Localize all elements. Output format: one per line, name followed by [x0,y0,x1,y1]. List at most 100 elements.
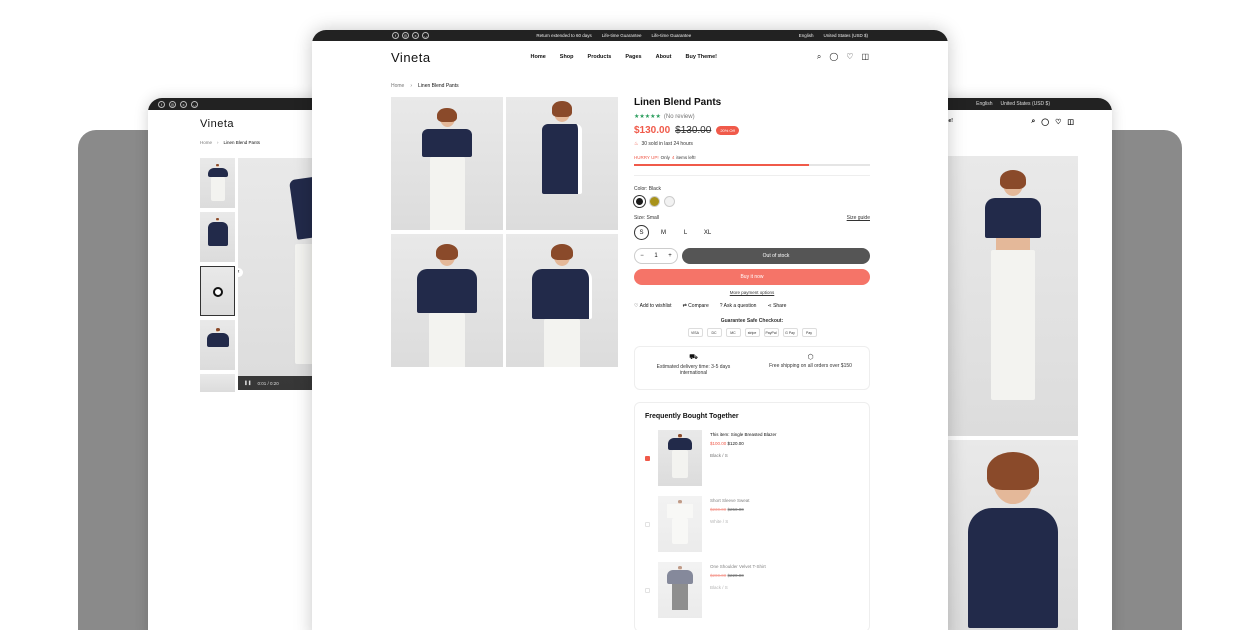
right-header-icons: ⌕ ◯ ♡ ◫ [1031,118,1074,126]
language-select[interactable]: English [799,33,814,38]
right-product-image[interactable] [948,156,1078,436]
account-icon[interactable]: ◯ [1041,118,1049,126]
fbt-name[interactable]: Short Sleeve Sweat [710,496,750,505]
nav-item-home[interactable]: Home [531,54,546,60]
breadcrumb-home[interactable]: Home [391,83,404,89]
store-logo[interactable]: Vineta [391,50,431,65]
right-product-image-2[interactable] [948,440,1078,630]
fbt-name[interactable]: This item: Single Breasted Blazer [710,430,777,439]
quantity-value[interactable]: 1 [654,253,657,259]
thumbnail-video-active[interactable] [200,266,235,316]
fbt-name[interactable]: One Shoulder Velvet T-Shirt [710,562,766,571]
more-payment-link[interactable]: More payment options [634,290,870,295]
swatch-black[interactable] [634,196,645,207]
stock-count: 4 [671,155,675,160]
share-action[interactable]: ⋖ Share [767,303,786,309]
product-image-4[interactable] [506,233,618,367]
snapchat-icon[interactable]: ◡ [191,100,198,108]
facebook-icon[interactable]: f [392,32,399,39]
out-of-stock-button[interactable]: Out of stock [682,248,870,264]
rating[interactable]: ★★★★★ (No review) [634,113,870,120]
size-option-l[interactable]: L [678,225,693,240]
heart-icon: ♡ [634,303,639,309]
currency-select[interactable]: United States (USD $) [823,33,868,38]
fbt-variant-select[interactable]: White / S [710,517,750,526]
swatch-white[interactable] [664,196,675,207]
fbt-variant-select[interactable]: Black / S [710,583,766,592]
fbt-list: This item: Single Breasted Blazer $100.0… [645,430,859,618]
size-option-s[interactable]: S [634,225,649,240]
fbt-old-price: $220.00 [727,573,744,578]
fbt-details: Short Sleeve Sweat $230.00 $250.00 White… [710,496,750,526]
wishlist-action[interactable]: ♡ Add to wishlist [634,303,672,309]
nav-item-about[interactable]: About [656,54,672,60]
plus-button[interactable]: + [668,253,672,259]
nav-item-products[interactable]: Products [588,54,612,60]
nav-item-buy-theme[interactable]: Buy Theme! [685,54,716,60]
share-icon: ⋖ [767,303,772,309]
right-language[interactable]: English [976,101,992,107]
instagram-icon[interactable]: ◎ [402,32,409,39]
stock-suffix: items left! [676,155,696,160]
fbt-price: $200.00 [710,573,727,578]
minus-button[interactable]: − [640,253,644,259]
compare-price: $130.00 [675,125,712,136]
discount-badge: 20% Off [716,126,739,135]
wishlist-icon[interactable]: ♡ [846,52,853,62]
color-row: Color: Black [634,186,870,192]
size-option-xl[interactable]: XL [700,225,715,240]
announcement-bar: Return extended to 60 days Life-time Gua… [536,33,691,38]
search-icon[interactable]: ⌕ [1031,118,1035,126]
instagram-icon[interactable]: ◎ [169,100,176,108]
search-icon[interactable]: ⌕ [817,52,821,62]
right-currency[interactable]: United States (USD $) [1001,101,1050,107]
fbt-thumbnail[interactable] [658,430,702,486]
fbt-checkbox[interactable] [645,588,650,593]
wishlist-icon[interactable]: ♡ [1055,118,1061,126]
quantity-stepper[interactable]: − 1 + [634,248,678,264]
left-breadcrumb-home[interactable]: Home [200,140,212,145]
fbt-variant-select[interactable]: Black / S [710,451,777,460]
chevron-left-icon[interactable]: ‹ [238,268,243,277]
separator-icon: › [410,83,413,89]
snapchat-icon[interactable]: ◡ [422,32,429,39]
nav-item-pages[interactable]: Pages [625,54,641,60]
box-icon: ⬡ [807,354,814,361]
play-icon[interactable] [213,287,223,297]
breadcrumb: Home › Linen Blend Pants [312,73,948,99]
nav-item-shop[interactable]: Shop [560,54,574,60]
thumbnail[interactable] [200,158,235,208]
pause-icon[interactable]: ❚❚ [244,380,252,386]
truck-icon: ⛟ [689,354,698,361]
paypal-icon: PayPal [763,328,779,337]
size-option-m[interactable]: M [656,225,671,240]
facebook-icon[interactable]: f [158,100,165,108]
size-guide-link[interactable]: Size guide [847,215,870,221]
product-image-2[interactable] [506,97,618,230]
hurry-text: Only [660,155,670,160]
cart-icon[interactable]: ◫ [861,52,869,62]
social-icons: f ◎ x ◡ [392,32,429,39]
applepay-icon: Pay [801,328,817,337]
product-image-3[interactable] [391,233,503,367]
announcement: Life-time Guarantee [651,33,692,38]
compare-action[interactable]: ⇄ Compare [683,303,709,309]
swatch-olive[interactable] [649,196,660,207]
fbt-thumbnail[interactable] [658,496,702,552]
thumbnail[interactable] [200,212,235,262]
main-nav: Vineta Home Shop Products Pages About Bu… [312,41,948,73]
stock-progress-fill [634,164,809,166]
account-icon[interactable]: ◯ [829,52,838,62]
thumbnail[interactable] [200,374,235,392]
ask-question-action[interactable]: ? Ask a question [720,303,757,309]
fbt-checkbox[interactable] [645,522,650,527]
fbt-checkbox[interactable] [645,456,650,461]
fbt-thumbnail[interactable] [658,562,702,618]
ask-question-label: Ask a question [723,303,757,309]
thumbnail[interactable] [200,320,235,370]
x-icon[interactable]: x [412,32,419,39]
product-image-1[interactable] [391,97,503,230]
cart-icon[interactable]: ◫ [1067,118,1074,126]
buy-now-button[interactable]: Buy it now [634,269,870,285]
x-icon[interactable]: x [180,100,187,108]
